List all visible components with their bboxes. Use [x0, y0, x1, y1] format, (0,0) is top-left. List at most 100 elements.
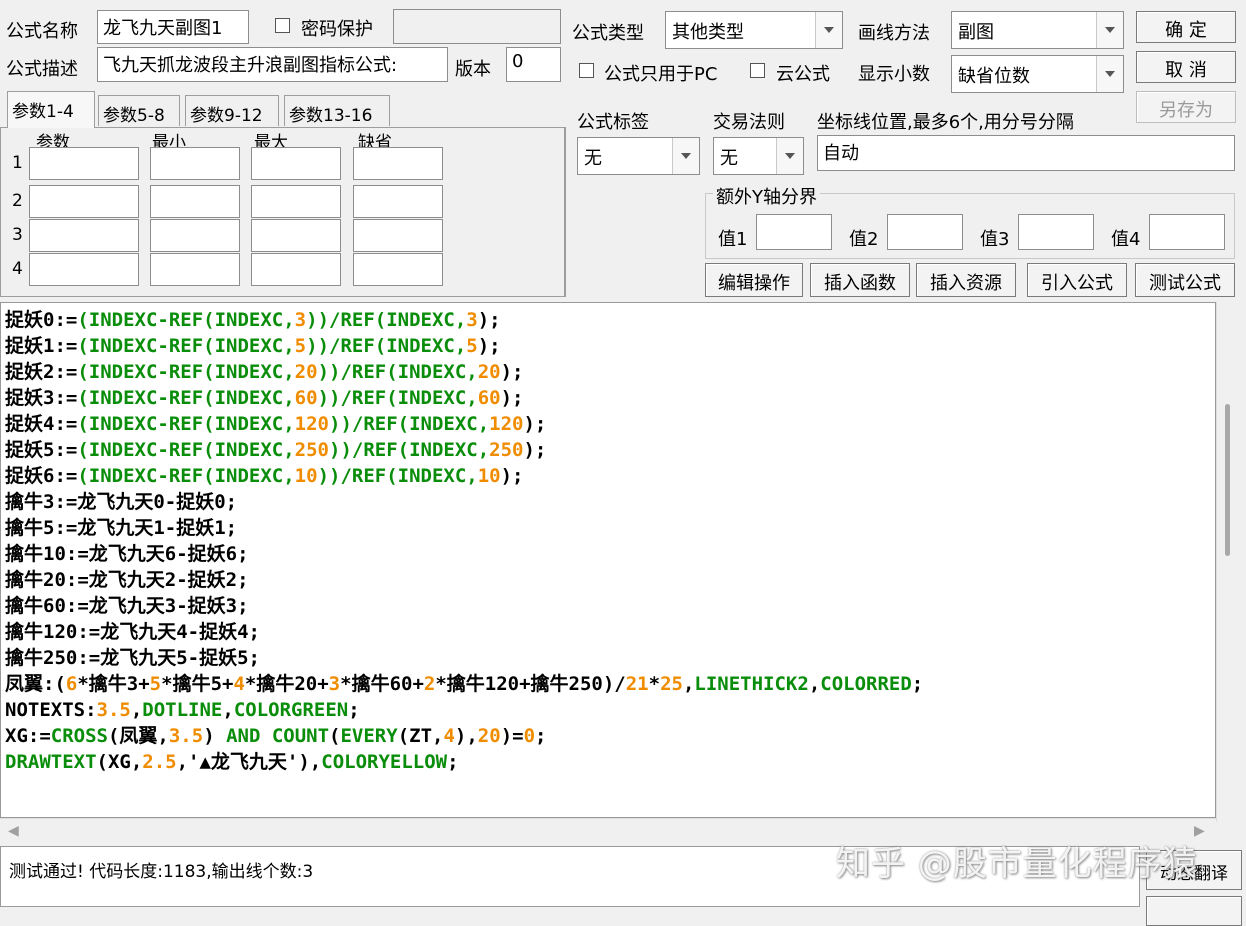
- tab-params-9-12[interactable]: 参数9-12: [185, 95, 279, 126]
- code-token: 擒牛120:=龙飞九天4-捉妖4;: [5, 621, 260, 643]
- formula-type-select[interactable]: 其他类型: [665, 11, 843, 49]
- chevron-down-icon[interactable]: [672, 138, 699, 174]
- vertical-scrollbar[interactable]: [1216, 302, 1243, 822]
- decimals-select[interactable]: 缺省位数: [951, 55, 1124, 93]
- insert-function-button[interactable]: 插入函数: [810, 263, 910, 297]
- save-as-button[interactable]: 另存为: [1136, 91, 1236, 123]
- code-token: 20: [477, 361, 501, 383]
- formula-name-input[interactable]: 龙飞九天副图1: [97, 10, 249, 44]
- param-cell-min[interactable]: [150, 219, 240, 252]
- trade-rule-label: 交易法则: [713, 112, 785, 133]
- param-cell-min[interactable]: [150, 147, 240, 180]
- code-token: 擒牛20:=龙飞九天2-捉妖2;: [5, 569, 249, 591]
- draw-method-select[interactable]: 副图: [951, 11, 1124, 49]
- code-token: ,: [682, 673, 695, 695]
- code-line: 捉妖4:=(INDEXC-REF(INDEXC,120))/REF(INDEXC…: [5, 411, 546, 437]
- code-token: 捉妖3:=: [5, 387, 78, 409]
- insert-resource-button[interactable]: 插入资源: [916, 263, 1016, 297]
- chevron-down-icon[interactable]: [776, 138, 803, 174]
- chevron-down-icon[interactable]: [1096, 56, 1123, 92]
- code-token: 3: [466, 309, 478, 331]
- formula-tag-select[interactable]: 无: [577, 137, 700, 175]
- test-formula-button[interactable]: 测试公式: [1135, 263, 1235, 297]
- param-cell-name[interactable]: [29, 147, 139, 180]
- version-input[interactable]: 0: [506, 47, 561, 82]
- pc-only-checkbox[interactable]: [579, 63, 594, 78]
- code-token: ,'▲龙飞九天'),: [176, 751, 322, 773]
- code-token: ))/REF(INDEXC,: [317, 361, 478, 383]
- param-cell-max[interactable]: [251, 219, 341, 252]
- chevron-down-icon[interactable]: [815, 12, 842, 48]
- param-cell-default[interactable]: [353, 219, 443, 252]
- param-cell-default[interactable]: [353, 253, 443, 286]
- param-row-number: 3: [12, 225, 23, 245]
- axis-position-input[interactable]: 自动: [817, 135, 1235, 171]
- import-formula-button[interactable]: 引入公式: [1027, 263, 1127, 297]
- code-token: *擒牛20+: [244, 673, 329, 695]
- code-token: (XG,: [96, 751, 143, 773]
- param-cell-name[interactable]: [29, 219, 139, 252]
- code-editor[interactable]: 捉妖0:=(INDEXC-REF(INDEXC,3))/REF(INDEXC,3…: [0, 302, 1216, 818]
- code-token: (INDEXC-REF(INDEXC,: [77, 309, 295, 331]
- code-token: 25: [660, 673, 683, 695]
- tab-params-1-4[interactable]: 参数1-4: [7, 91, 95, 128]
- code-token: 3: [328, 673, 341, 695]
- extra-y-label-3: 值3: [980, 229, 1010, 250]
- tab-params-5-8[interactable]: 参数5-8: [98, 95, 180, 126]
- trade-rule-select[interactable]: 无: [713, 137, 804, 175]
- code-line: NOTEXTS:3.5,DOTLINE,COLORGREEN;: [5, 697, 360, 723]
- code-token: 擒牛250:=龙飞九天5-捉妖5;: [5, 647, 260, 669]
- param-cell-max[interactable]: [251, 185, 341, 218]
- param-cell-max[interactable]: [251, 253, 341, 286]
- code-token: ))/REF(INDEXC,: [329, 439, 490, 461]
- secondary-button[interactable]: [1146, 896, 1242, 926]
- code-token: 捉妖0:=: [5, 309, 78, 331]
- code-token: DRAWTEXT: [5, 751, 97, 773]
- code-token: (INDEXC-REF(INDEXC,: [77, 413, 295, 435]
- code-token: 20: [477, 725, 501, 747]
- code-token: );: [523, 439, 547, 461]
- password-checkbox[interactable]: [275, 18, 290, 33]
- scroll-left-icon[interactable]: ◀: [8, 823, 19, 839]
- chevron-down-icon[interactable]: [1096, 12, 1123, 48]
- code-token: ))/REF(INDEXC,: [306, 309, 467, 331]
- code-token: 10: [477, 465, 501, 487]
- password-label: 密码保护: [301, 19, 373, 40]
- code-token: ;: [447, 751, 459, 773]
- code-token: COLORGREEN: [233, 699, 349, 721]
- formula-type-label: 公式类型: [572, 23, 644, 44]
- formula-desc-input[interactable]: 飞九天抓龙波段主升浪副图指标公式:: [97, 47, 448, 82]
- code-token: (ZT,: [397, 725, 444, 747]
- code-token: );: [477, 309, 501, 331]
- decimals-label: 显示小数: [858, 64, 930, 85]
- param-cell-name[interactable]: [29, 253, 139, 286]
- code-token: );: [500, 361, 524, 383]
- extra-y-input-4[interactable]: [1149, 214, 1225, 250]
- code-token: ;: [911, 673, 924, 695]
- cloud-checkbox[interactable]: [750, 63, 765, 78]
- param-cell-default[interactable]: [353, 185, 443, 218]
- extra-y-input-3[interactable]: [1018, 214, 1094, 250]
- extra-y-input-2[interactable]: [887, 214, 963, 250]
- extra-y-label-1: 值1: [718, 229, 748, 250]
- scrollbar-thumb[interactable]: [1225, 404, 1230, 556]
- code-token: 21: [625, 673, 649, 695]
- edit-ops-button[interactable]: 编辑操作: [705, 263, 803, 297]
- param-cell-name[interactable]: [29, 185, 139, 218]
- tab-params-13-16[interactable]: 参数13-16: [284, 95, 390, 126]
- extra-y-input-1[interactable]: [756, 214, 832, 250]
- code-line: 捉妖6:=(INDEXC-REF(INDEXC,10))/REF(INDEXC,…: [5, 463, 524, 489]
- code-token: ,: [808, 673, 821, 695]
- code-token: (凤翼,: [107, 725, 169, 747]
- param-cell-min[interactable]: [150, 185, 240, 218]
- formula-tag-label: 公式标签: [577, 112, 649, 133]
- cancel-button[interactable]: 取 消: [1136, 51, 1236, 83]
- param-cell-max[interactable]: [251, 147, 341, 180]
- param-cell-min[interactable]: [150, 253, 240, 286]
- code-token: 3.5: [168, 725, 204, 747]
- code-token: ))/REF(INDEXC,: [306, 335, 467, 357]
- password-input[interactable]: [393, 9, 561, 44]
- param-cell-default[interactable]: [353, 147, 443, 180]
- code-token: AND COUNT: [226, 725, 330, 747]
- ok-button[interactable]: 确 定: [1136, 11, 1236, 43]
